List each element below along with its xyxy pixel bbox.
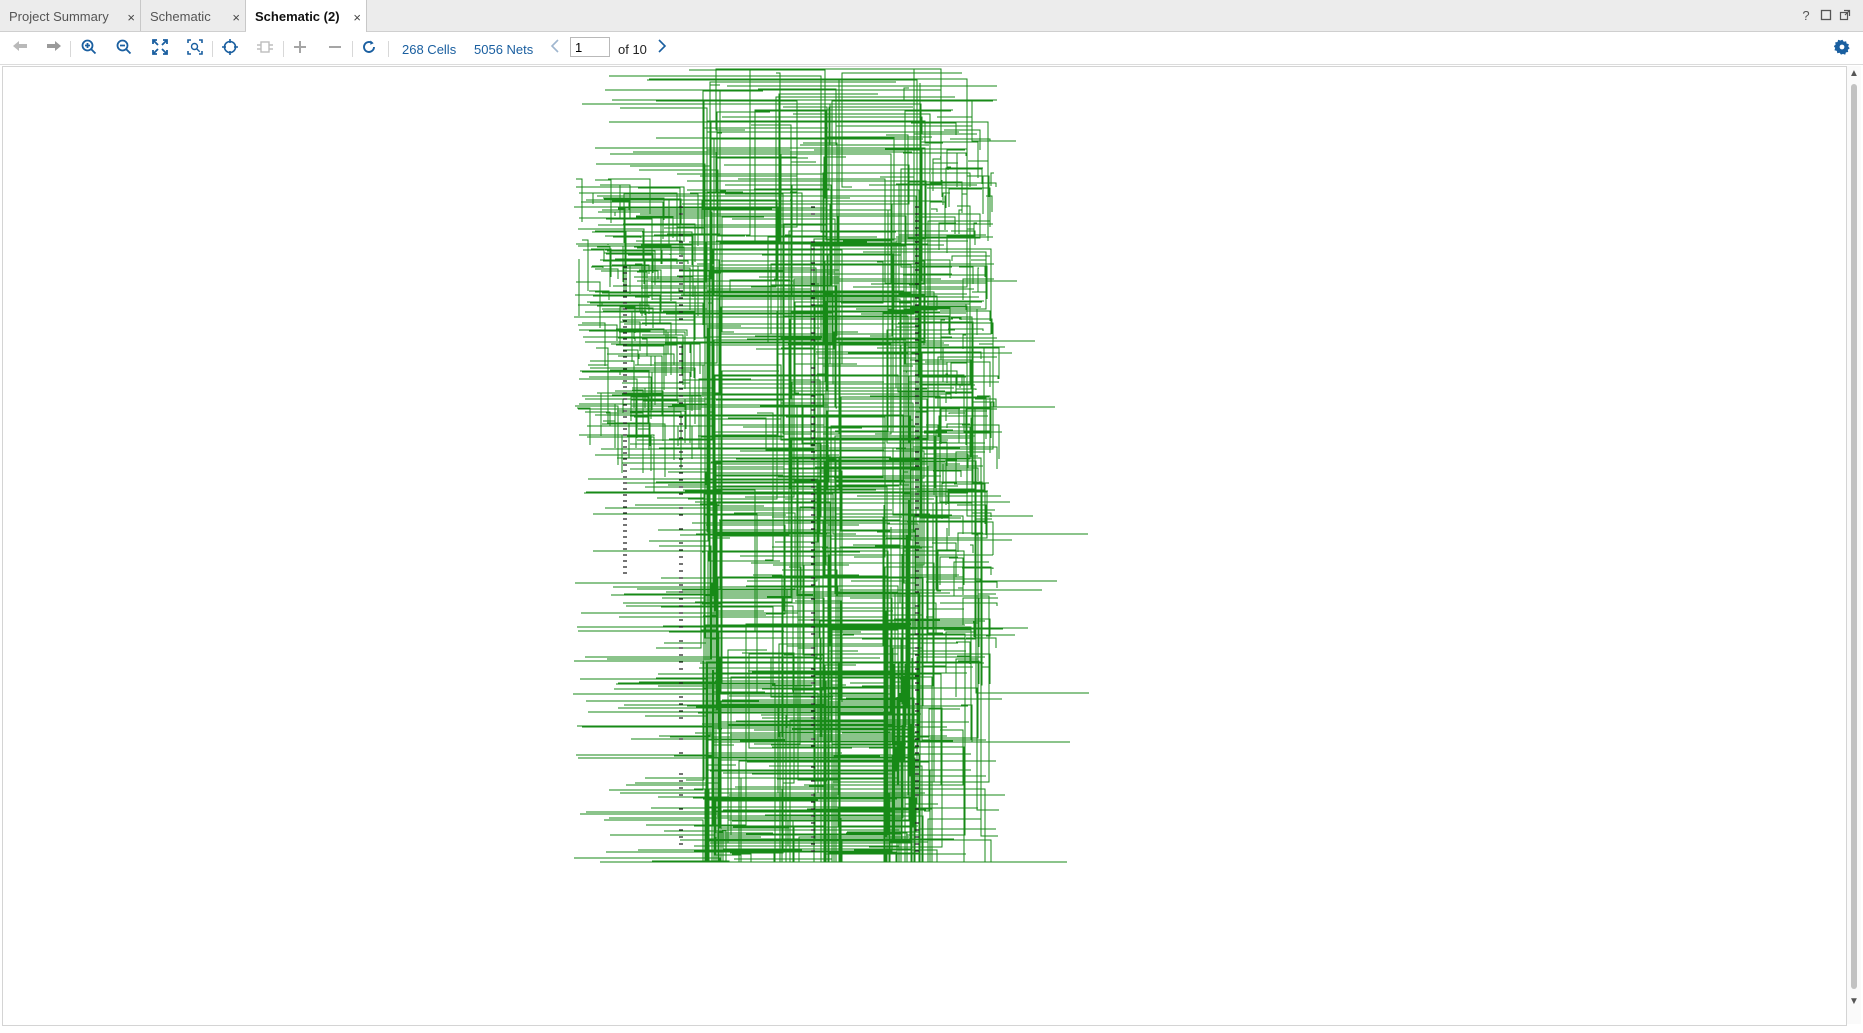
schematic-diagram[interactable] xyxy=(3,67,1846,1025)
tab-label: Project Summary xyxy=(9,9,109,24)
schematic-canvas[interactable] xyxy=(2,66,1847,1026)
gear-icon[interactable] xyxy=(1832,39,1852,59)
page-total-label: of 10 xyxy=(618,42,647,57)
vertical-scrollbar[interactable]: ▲ ▼ xyxy=(1847,66,1861,1024)
zoom-in-icon[interactable] xyxy=(79,39,99,59)
scrollbar-thumb[interactable] xyxy=(1851,84,1857,989)
help-icon[interactable]: ? xyxy=(1799,9,1813,23)
float-window-icon[interactable] xyxy=(1838,9,1852,23)
close-icon[interactable]: × xyxy=(353,1,361,35)
toolbar-separator xyxy=(283,41,284,57)
maximize-icon[interactable] xyxy=(1819,9,1833,23)
toolbar-separator xyxy=(388,41,389,57)
tab-schematic-2[interactable]: Schematic (2) × xyxy=(246,0,367,32)
route-icon[interactable] xyxy=(255,39,275,59)
crosshair-icon[interactable] xyxy=(220,39,240,59)
chevron-left-icon[interactable] xyxy=(545,39,565,59)
zoom-area-icon[interactable] xyxy=(185,39,205,59)
toolbar-separator xyxy=(70,41,71,57)
schematic-toolbar: 268 Cells 5056 Nets xyxy=(0,32,1863,65)
minus-icon[interactable] xyxy=(325,39,345,59)
arrow-right-icon[interactable] xyxy=(44,39,64,59)
cells-count-link[interactable]: 268 Cells xyxy=(402,42,456,57)
zoom-out-icon[interactable] xyxy=(114,39,134,59)
toolbar-separator xyxy=(352,41,353,57)
close-icon[interactable]: × xyxy=(127,1,135,35)
page-number-input[interactable] xyxy=(570,37,610,57)
arrow-left-icon[interactable] xyxy=(10,39,30,59)
plus-icon[interactable] xyxy=(290,39,310,59)
toolbar-separator xyxy=(212,41,213,57)
tab-project-summary[interactable]: Project Summary × xyxy=(0,0,141,31)
nets-count-link[interactable]: 5056 Nets xyxy=(474,42,533,57)
zoom-fit-icon[interactable] xyxy=(150,39,170,59)
tab-label: Schematic (2) xyxy=(255,9,340,24)
scroll-down-icon[interactable]: ▼ xyxy=(1847,996,1861,1007)
net-wires xyxy=(573,68,1089,863)
tab-schematic[interactable]: Schematic × xyxy=(141,0,246,31)
chevron-right-icon[interactable] xyxy=(652,39,672,59)
tab-label: Schematic xyxy=(150,9,211,24)
scroll-up-icon[interactable]: ▲ xyxy=(1847,68,1861,79)
wire-bundle xyxy=(573,68,1089,863)
close-icon[interactable]: × xyxy=(232,1,240,35)
tab-bar: Project Summary × Schematic × Schematic … xyxy=(0,0,1863,32)
refresh-icon[interactable] xyxy=(359,39,379,59)
